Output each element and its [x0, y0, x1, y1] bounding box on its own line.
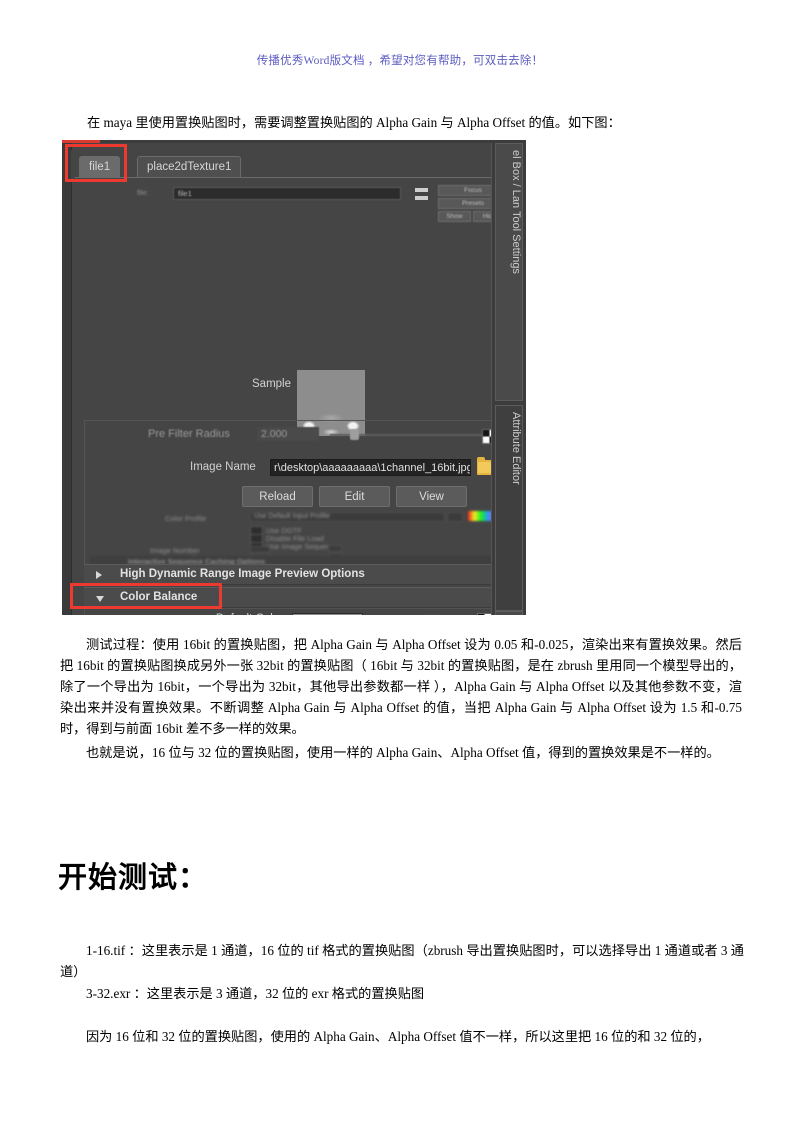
vertical-tab-tool-settings[interactable]: el Box / Lan Tool Settings — [495, 143, 523, 401]
image-name-label: Image Name — [190, 461, 256, 473]
section-hdr-label: High Dynamic Range Image Preview Options — [120, 568, 365, 580]
body-paragraph-1: 测试过程：使用 16bit 的置换贴图，把 Alpha Gain 与 Alpha… — [60, 637, 742, 736]
image-number-field[interactable] — [250, 546, 270, 553]
file-action-buttons: Reload Edit View — [242, 486, 467, 507]
editor-vertical-tab-column: el Box / Lan Tool Settings Attribute Edi… — [491, 143, 526, 615]
image-name-input[interactable]: r\desktop\aaaaaaaaa\1channel_16bit.jpg — [270, 459, 471, 476]
section-high-dynamic-range[interactable]: High Dynamic Range Image Preview Options — [84, 564, 508, 585]
section-color-balance[interactable]: Color Balance — [84, 587, 508, 608]
left-rail — [62, 143, 72, 615]
image-number-map-icon[interactable] — [328, 545, 342, 552]
node-name-label: file: — [137, 188, 149, 197]
node-tab-strip: file1 place2dTexture1 — [71, 150, 509, 180]
default-color-slider-knob[interactable] — [425, 614, 439, 615]
tab-place2dtexture1[interactable]: place2dTexture1 — [137, 156, 242, 177]
note-3-32-exr: 3-32.exr ：这里表示是 3 通道，32 位的 exr 格式的置换贴图 — [86, 986, 425, 1001]
color-profile-select[interactable]: Use Default Input Profile — [250, 512, 445, 522]
image-name-row: Image Name r\desktop\aaaaaaaaa\1channel_… — [90, 457, 510, 478]
pre-filter-radius-field[interactable]: 2.000 — [257, 427, 319, 441]
edit-button[interactable]: Edit — [319, 486, 390, 507]
view-button[interactable]: View — [396, 486, 467, 507]
vertical-tab-attribute-editor[interactable]: Attribute Editor — [495, 405, 523, 611]
node-name-row: file: file1 — [137, 185, 437, 203]
color-profile-block: Color Profile Use Default Input Profile … — [90, 511, 510, 566]
color-profile-dropdown-arrow-icon[interactable] — [447, 512, 463, 522]
pre-filter-radius-slider-knob[interactable] — [350, 429, 359, 440]
node-navigation-arrows-icon[interactable] — [414, 185, 432, 203]
closing-paragraph: 因为 16 位和 32 位的置换贴图，使用的 Alpha Gain、Alpha … — [86, 1029, 710, 1044]
pre-filter-radius-label: Pre Filter Radius — [148, 428, 230, 440]
node-name-field[interactable]: file1 — [173, 187, 401, 200]
tab-file1[interactable]: file1 — [79, 156, 121, 177]
color-profile-label: Color Profile — [165, 514, 207, 523]
document-watermark-header: 传播优秀Word版文档 ，希望对您有帮助，可双击去除！ — [256, 55, 544, 67]
section-color-balance-label: Color Balance — [120, 591, 198, 603]
reload-button[interactable]: Reload — [242, 486, 313, 507]
default-color-swatch[interactable] — [292, 613, 363, 615]
default-color-map-icon[interactable] — [477, 613, 492, 615]
pre-filter-radius-row: Pre Filter Radius 2.000 — [90, 427, 510, 444]
chevron-down-icon — [96, 596, 104, 602]
tab-underline — [75, 177, 505, 178]
default-color-label: Default Color — [173, 613, 283, 615]
vertical-tab-sliver[interactable] — [495, 611, 523, 615]
maya-attribute-editor-screenshot: file1 place2dTexture1 file: file1 Focus … — [62, 140, 526, 615]
note-1-16-tif: 1-16.tif ：这里表示是 1 通道，16 位的 tif 格式的置换贴图（z… — [60, 943, 744, 979]
intro-paragraph: 在 maya 里使用置换贴图时，需要调整置换贴图的 Alpha Gain 与 A… — [87, 115, 621, 130]
section-heading-start-test: 开始测试： — [58, 862, 209, 894]
top-red-sliver — [62, 140, 526, 143]
row-default-color: Default Color — [85, 611, 509, 615]
body-paragraph-2: 也就是说，16 位与 32 位的置换贴图，使用一样的 Alpha Gain、Al… — [86, 745, 720, 760]
color-balance-body: Default Color Color Gain Color Offset Al… — [84, 608, 508, 615]
sample-label: Sample — [252, 378, 291, 390]
show-button[interactable]: Show — [438, 211, 471, 222]
chevron-right-icon — [96, 571, 102, 579]
